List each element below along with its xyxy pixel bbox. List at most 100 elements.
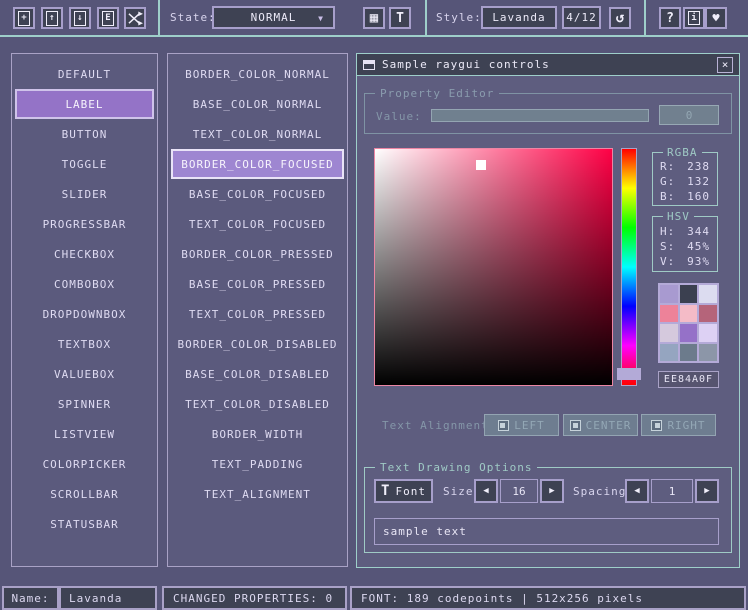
- align-center-button[interactable]: CENTER: [563, 414, 638, 436]
- color-picker-cursor[interactable]: [476, 160, 486, 170]
- property-list-item[interactable]: BORDER_COLOR_DISABLED: [171, 329, 344, 359]
- sample-text-input[interactable]: sample text: [374, 518, 719, 545]
- spacing-value-box[interactable]: 1: [651, 479, 693, 503]
- arrow-left-icon: ◀: [483, 486, 488, 496]
- property-list-item[interactable]: BASE_COLOR_PRESSED: [171, 269, 344, 299]
- font-t-icon: T: [381, 483, 390, 499]
- state-dropdown[interactable]: NORMAL ▼: [212, 6, 335, 29]
- align-left-button[interactable]: LEFT: [484, 414, 559, 436]
- help-icon: ?: [666, 11, 674, 26]
- color-picker-panel[interactable]: [374, 148, 613, 386]
- control-list-item[interactable]: COLORPICKER: [15, 449, 154, 479]
- property-list-item[interactable]: BORDER_COLOR_FOCUSED: [171, 149, 344, 179]
- property-list-item[interactable]: TEXT_ALIGNMENT: [171, 479, 344, 509]
- palette-swatch[interactable]: [660, 344, 678, 362]
- save-file-button[interactable]: ↓: [69, 7, 91, 29]
- size-value-box[interactable]: 16: [500, 479, 538, 503]
- style-label: Style:: [436, 11, 482, 24]
- control-list-item[interactable]: SPINNER: [15, 389, 154, 419]
- value-label: Value:: [376, 110, 422, 123]
- window-close-button[interactable]: ×: [717, 57, 733, 73]
- palette-swatch[interactable]: [680, 324, 698, 342]
- palette-swatch[interactable]: [660, 324, 678, 342]
- control-list-item[interactable]: SLIDER: [15, 179, 154, 209]
- hsv-row-v: V:93%: [653, 254, 717, 269]
- palette-swatch[interactable]: [680, 305, 698, 323]
- align-right-button[interactable]: RIGHT: [641, 414, 716, 436]
- open-file-icon: ↑: [46, 11, 58, 26]
- property-list-item[interactable]: BASE_COLOR_NORMAL: [171, 89, 344, 119]
- palette-swatch[interactable]: [680, 344, 698, 362]
- property-list-item[interactable]: BORDER_WIDTH: [171, 419, 344, 449]
- status-name-value-box[interactable]: Lavanda: [59, 586, 157, 610]
- palette-swatch[interactable]: [699, 285, 717, 303]
- control-list-item[interactable]: PROGRESSBAR: [15, 209, 154, 239]
- control-list-item[interactable]: DEFAULT: [15, 59, 154, 89]
- window-title-bar[interactable]: Sample raygui controls ×: [357, 54, 739, 76]
- property-list-item[interactable]: BASE_COLOR_DISABLED: [171, 359, 344, 389]
- value-slider[interactable]: [431, 109, 649, 122]
- property-list-item[interactable]: TEXT_COLOR_NORMAL: [171, 119, 344, 149]
- export-file-button[interactable]: E: [97, 7, 119, 29]
- hue-marker[interactable]: [617, 368, 641, 380]
- property-list-item[interactable]: BORDER_COLOR_NORMAL: [171, 59, 344, 89]
- rgba-label: RGBA: [663, 146, 702, 159]
- control-list-item[interactable]: STATUSBAR: [15, 509, 154, 539]
- style-name-value: Lavanda: [492, 11, 545, 24]
- b-key: B:: [660, 189, 675, 204]
- align-left-dot: [500, 423, 505, 428]
- property-list-item[interactable]: TEXT_COLOR_PRESSED: [171, 299, 344, 329]
- style-name-dropdown[interactable]: Lavanda: [481, 6, 557, 29]
- control-list-item[interactable]: TOGGLE: [15, 149, 154, 179]
- sponsor-button[interactable]: ♥: [705, 7, 727, 29]
- control-list-item[interactable]: DROPDOWNBOX: [15, 299, 154, 329]
- style-index-box: 4/12: [562, 6, 601, 29]
- hsv-row-h: H:344: [653, 224, 717, 239]
- random-style-button[interactable]: [124, 7, 146, 29]
- spacing-value-text: 1: [669, 485, 676, 498]
- control-list-item[interactable]: VALUEBOX: [15, 359, 154, 389]
- grid-toggle-button[interactable]: ▦: [363, 7, 385, 29]
- size-increase-button[interactable]: ▶: [540, 479, 564, 503]
- spacing-increase-button[interactable]: ▶: [695, 479, 719, 503]
- toolbar-info-section: ? i ♥: [648, 0, 748, 35]
- property-list-item[interactable]: BORDER_COLOR_PRESSED: [171, 239, 344, 269]
- align-center-icon: [570, 420, 581, 431]
- palette-swatch[interactable]: [699, 344, 717, 362]
- rguistyler-app: + ↑ ↓ E State: NORMAL: [0, 0, 748, 610]
- align-right-label: RIGHT: [667, 419, 705, 432]
- status-name-value: Lavanda: [69, 592, 122, 605]
- palette-swatch[interactable]: [699, 305, 717, 323]
- control-list-item[interactable]: SCROLLBAR: [15, 479, 154, 509]
- control-list-item[interactable]: TEXTBOX: [15, 329, 154, 359]
- open-file-button[interactable]: ↑: [41, 7, 63, 29]
- control-list-item[interactable]: BUTTON: [15, 119, 154, 149]
- control-list-item[interactable]: COMBOBOX: [15, 269, 154, 299]
- about-button[interactable]: i: [683, 7, 705, 29]
- property-list-item[interactable]: TEXT_COLOR_FOCUSED: [171, 209, 344, 239]
- property-list-item[interactable]: BASE_COLOR_FOCUSED: [171, 179, 344, 209]
- status-font-text: FONT: 189 codepoints | 512x256 pixels: [361, 592, 643, 605]
- help-button[interactable]: ?: [659, 7, 681, 29]
- spacing-decrease-button[interactable]: ◀: [625, 479, 649, 503]
- property-list-item[interactable]: TEXT_COLOR_DISABLED: [171, 389, 344, 419]
- reload-style-button[interactable]: ↺: [609, 7, 631, 29]
- hue-bar[interactable]: [621, 148, 637, 386]
- property-list-item[interactable]: TEXT_PADDING: [171, 449, 344, 479]
- control-list-item[interactable]: LISTVIEW: [15, 419, 154, 449]
- font-button[interactable]: T Font: [374, 479, 433, 503]
- size-decrease-button[interactable]: ◀: [474, 479, 498, 503]
- hex-value-box[interactable]: EE84A0F: [658, 371, 719, 388]
- new-file-button[interactable]: +: [13, 7, 35, 29]
- control-list-item[interactable]: LABEL: [15, 89, 154, 119]
- palette-swatch[interactable]: [699, 324, 717, 342]
- palette-swatch[interactable]: [660, 285, 678, 303]
- control-list-item[interactable]: CHECKBOX: [15, 239, 154, 269]
- rgba-row-g: G:132: [653, 174, 717, 189]
- s-value: 45%: [687, 239, 710, 254]
- text-alignment-label: Text Alignment:: [382, 419, 496, 432]
- palette-swatch[interactable]: [680, 285, 698, 303]
- text-edit-toggle-button[interactable]: T: [389, 7, 411, 29]
- palette-swatch[interactable]: [660, 305, 678, 323]
- value-box[interactable]: 0: [659, 105, 719, 125]
